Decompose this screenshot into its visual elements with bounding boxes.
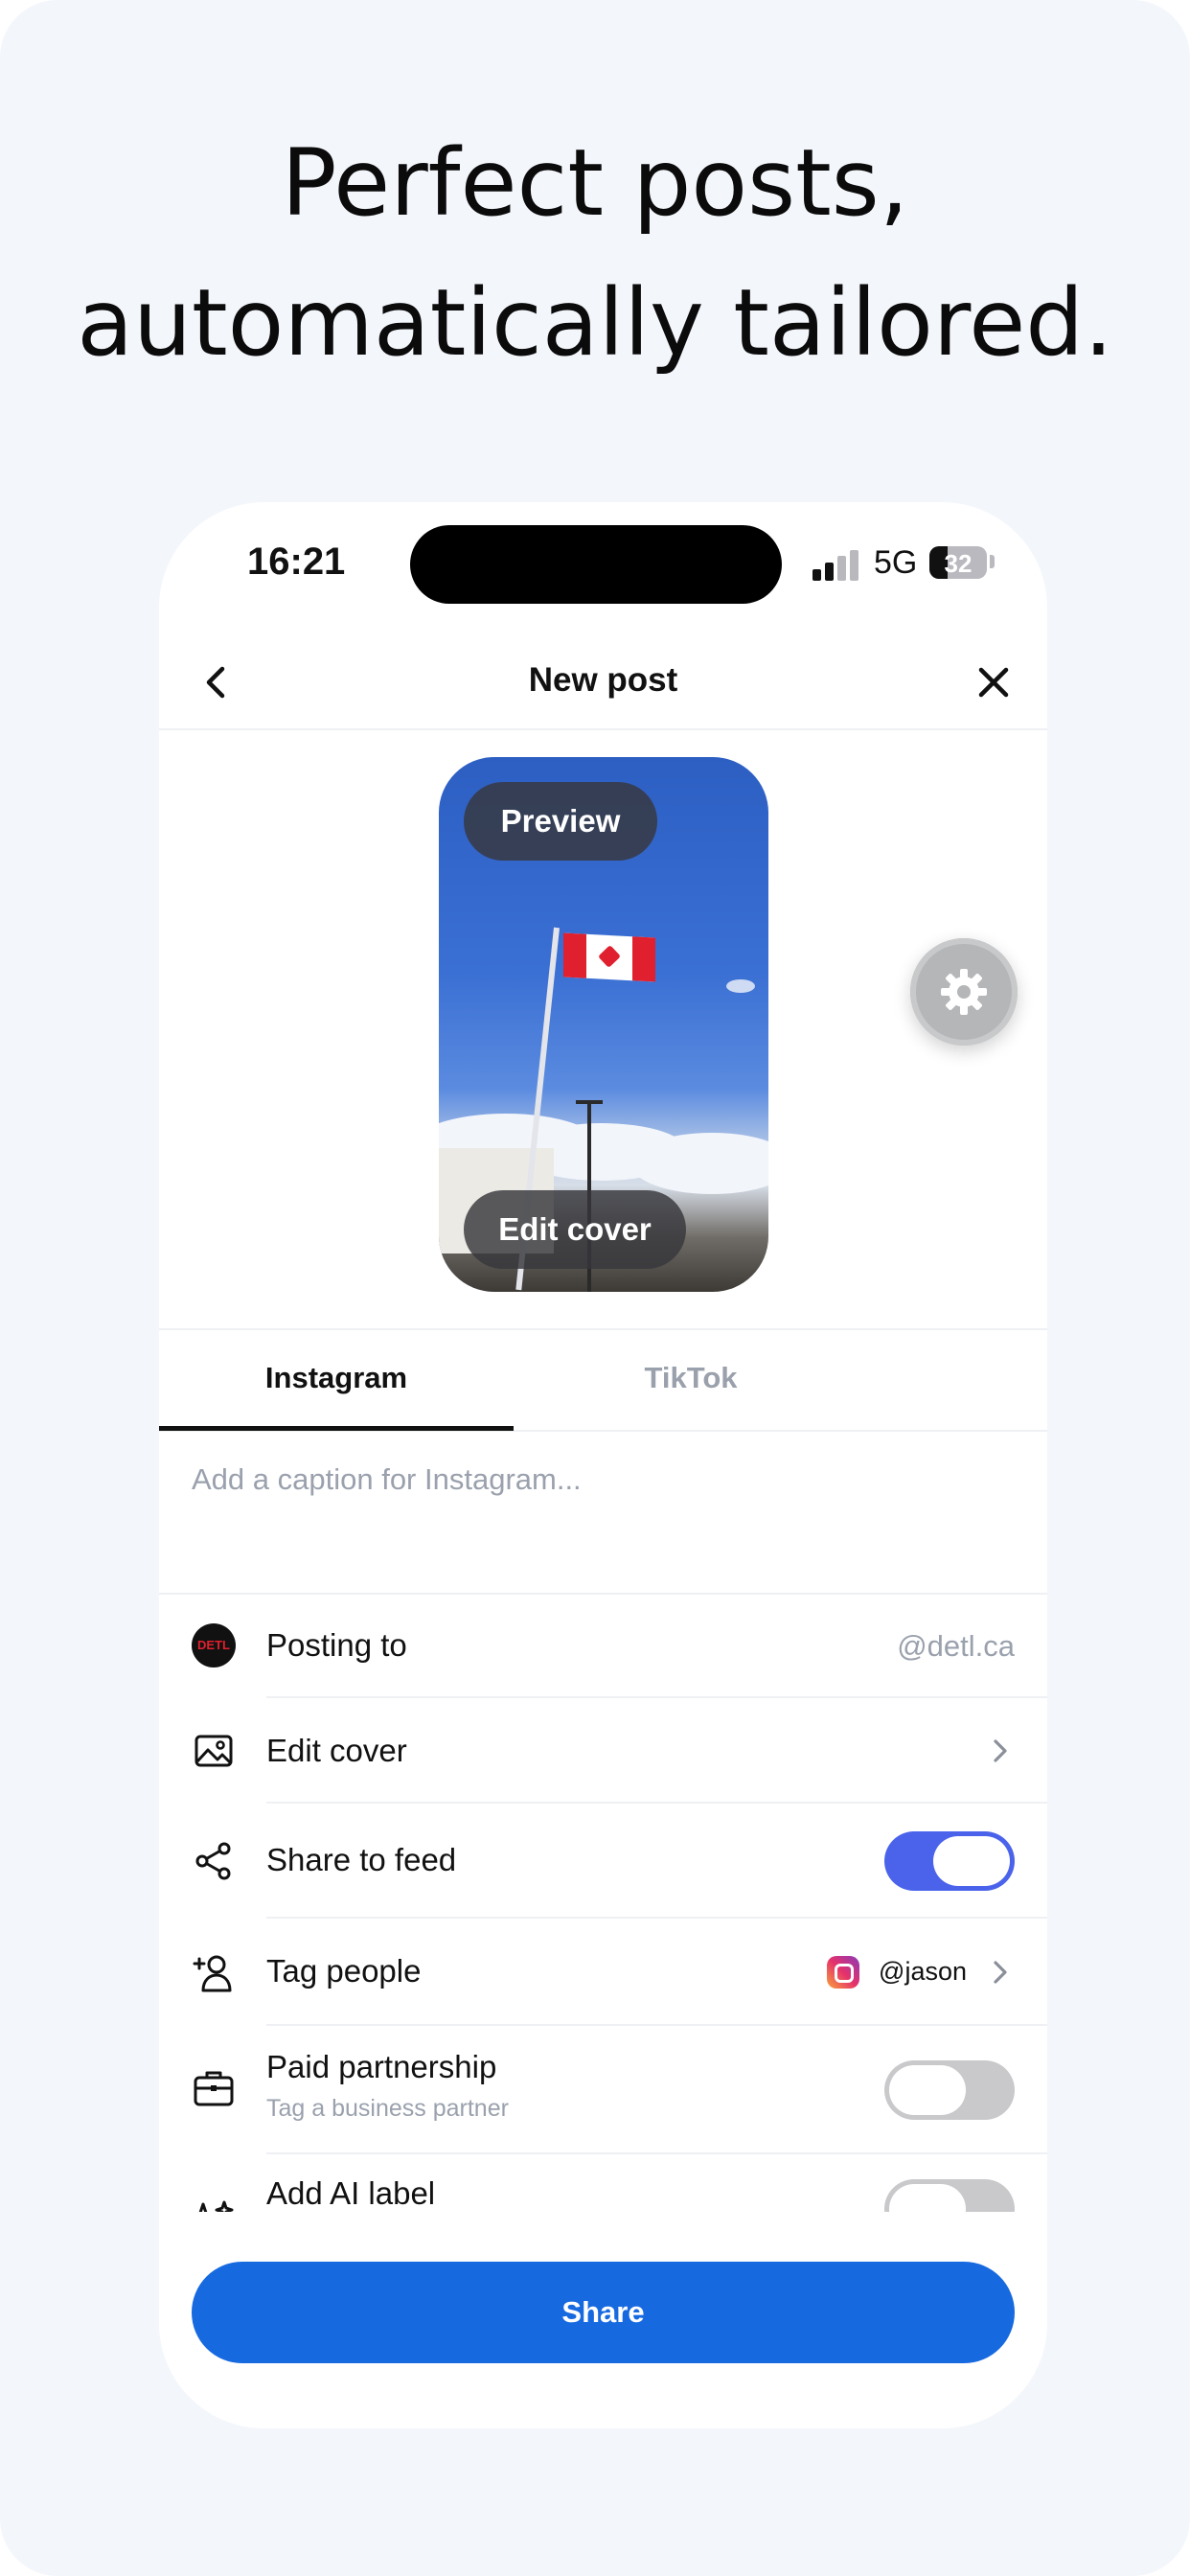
signal-icon — [812, 550, 860, 581]
cloud — [726, 979, 755, 993]
headline-line-1: Perfect posts, — [281, 129, 909, 237]
tab-instagram[interactable]: Instagram — [159, 1330, 514, 1430]
media-preview[interactable]: Preview Edit cover — [439, 757, 768, 1292]
preview-button[interactable]: Preview — [464, 782, 657, 861]
marketing-headline: Perfect posts, automatically tailored. — [0, 113, 1190, 393]
share-to-feed-toggle[interactable] — [884, 1831, 1015, 1891]
headline-line-2: automatically tailored. — [77, 269, 1113, 377]
edit-cover-button[interactable]: Edit cover — [464, 1190, 686, 1269]
account-avatar: DETL — [192, 1623, 236, 1668]
battery-cap — [990, 555, 995, 568]
phone-frame: 16:21 5G 32 New post Preview Edit cover … — [159, 502, 1047, 2428]
add-person-icon — [192, 1950, 236, 1994]
row-posting-to[interactable]: DETL Posting to @detl.ca — [159, 1595, 1047, 1698]
dynamic-island — [410, 525, 782, 604]
share-to-feed-label: Share to feed — [266, 1842, 457, 1877]
share-icon — [192, 1839, 236, 1883]
gear-icon — [941, 969, 987, 1015]
canada-flag — [563, 932, 655, 982]
paid-partnership-label: Paid partnership — [266, 2049, 497, 2084]
row-tag-people[interactable]: Tag people @jason — [159, 1919, 1047, 2026]
tab-tiktok[interactable]: TikTok — [514, 1330, 868, 1430]
account-handle: @detl.ca — [897, 1629, 1015, 1663]
cloud — [630, 1133, 768, 1194]
status-bar: 16:21 5G 32 — [159, 502, 1047, 627]
tag-people-label: Tag people — [266, 1953, 422, 1989]
app-store-screenshot: Perfect posts, automatically tailored. 1… — [0, 0, 1190, 2576]
nav-bar: New post — [159, 636, 1047, 730]
chevron-right-icon — [986, 1734, 1015, 1768]
paid-partnership-sublabel: Tag a business partner — [266, 2095, 509, 2122]
tagged-user: @jason — [879, 1957, 967, 1986]
row-share-to-feed: Share to feed — [159, 1804, 1047, 1919]
battery-percent: 32 — [944, 549, 973, 578]
platform-tabs: Instagram TikTok — [159, 1328, 1047, 1432]
share-button[interactable]: Share — [192, 2262, 1015, 2363]
chevron-right-icon — [986, 1955, 1015, 1990]
page-title: New post — [528, 661, 678, 699]
instagram-icon — [827, 1956, 859, 1989]
close-icon[interactable] — [969, 657, 1018, 707]
status-time: 16:21 — [247, 540, 346, 583]
add-ai-label-label: Add AI label — [266, 2175, 436, 2211]
posting-to-label: Posting to — [266, 1627, 407, 1663]
network-type: 5G — [874, 544, 918, 581]
edit-cover-label: Edit cover — [266, 1733, 407, 1768]
caption-input[interactable]: Add a caption for Instagram... — [192, 1462, 582, 1497]
paid-partnership-toggle[interactable] — [884, 2060, 1015, 2120]
battery-icon: 32 — [929, 546, 987, 579]
image-icon — [192, 1729, 236, 1773]
settings-gear-button[interactable] — [910, 938, 1018, 1046]
row-paid-partnership: Paid partnership Tag a business partner — [159, 2026, 1047, 2154]
active-tab-indicator — [159, 1426, 514, 1431]
briefcase-icon — [192, 2066, 236, 2110]
row-edit-cover[interactable]: Edit cover — [159, 1698, 1047, 1804]
